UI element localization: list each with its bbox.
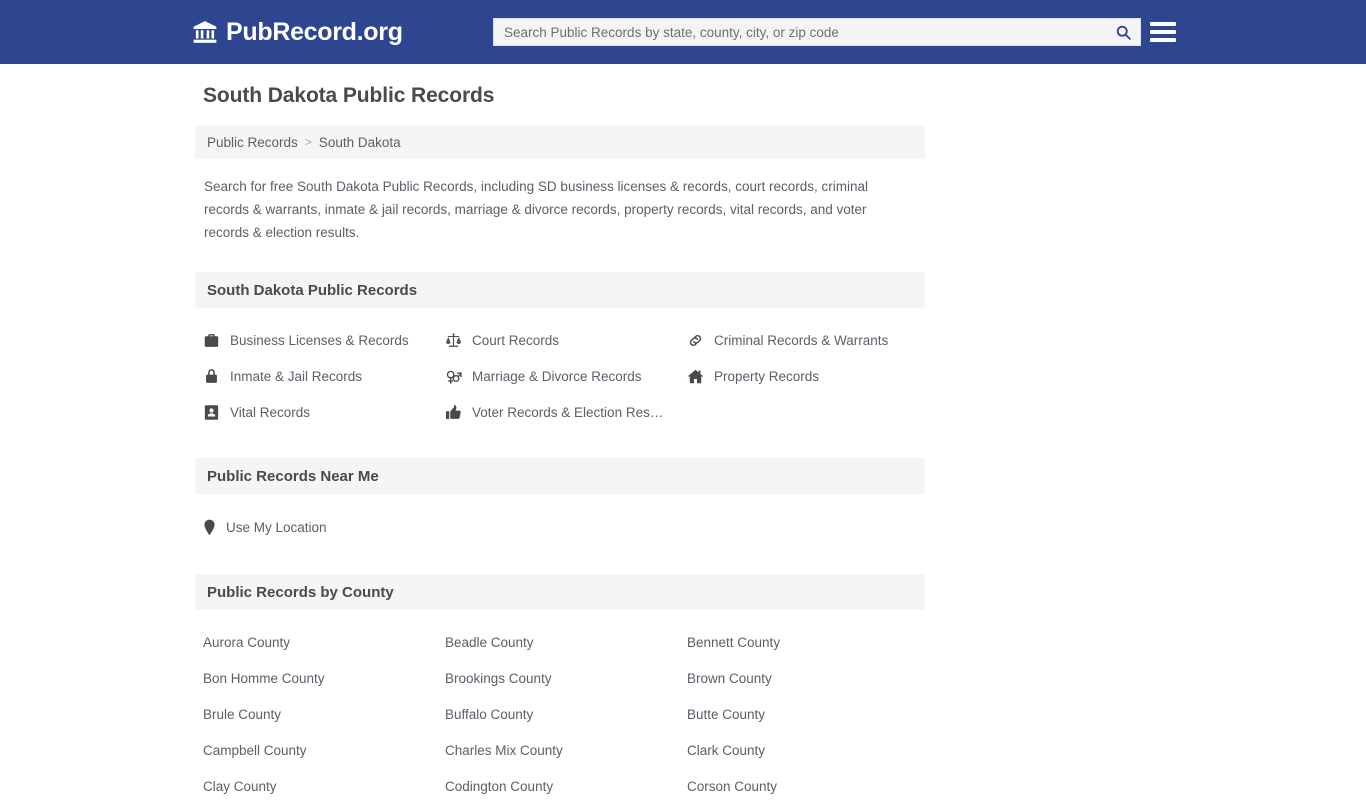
bank-icon: [192, 19, 218, 45]
breadcrumb-item-current: South Dakota: [318, 134, 401, 150]
county-link[interactable]: Corson County: [687, 768, 929, 804]
county-link[interactable]: Butte County: [687, 696, 929, 732]
county-link[interactable]: Bon Homme County: [203, 660, 445, 696]
county-link[interactable]: Campbell County: [203, 732, 445, 768]
record-link-vital-records[interactable]: Vital Records: [203, 394, 445, 430]
county-link[interactable]: Bennett County: [687, 624, 929, 660]
section-header-records: South Dakota Public Records: [195, 272, 925, 308]
record-link-label: Inmate & Jail Records: [230, 368, 363, 384]
main-content: South Dakota Public Records Public Recor…: [195, 64, 925, 804]
hamburger-bar: [1150, 30, 1176, 34]
record-link-label: Vital Records: [230, 404, 311, 420]
site-header: PubRecord.org: [0, 0, 1366, 64]
search-button[interactable]: [1106, 19, 1140, 45]
map-marker-icon: [203, 519, 216, 536]
record-link-voter-records[interactable]: Voter Records & Election Res…: [445, 394, 687, 430]
hamburger-bar: [1150, 22, 1176, 26]
record-link-label: Marriage & Divorce Records: [472, 368, 642, 384]
record-link-label: Court Records: [472, 332, 560, 348]
breadcrumb-item-public-records[interactable]: Public Records: [207, 135, 298, 150]
breadcrumb-separator-icon: >: [304, 135, 312, 149]
county-link[interactable]: Brookings County: [445, 660, 687, 696]
search-input[interactable]: [494, 19, 1106, 45]
county-link[interactable]: Brown County: [687, 660, 929, 696]
record-link-business-licenses[interactable]: Business Licenses & Records: [203, 322, 445, 358]
search-bar: [493, 18, 1141, 46]
venus-mars-icon: [445, 368, 462, 385]
record-link-property-records[interactable]: Property Records: [687, 358, 929, 394]
record-type-links: Business Licenses & Records Court Record…: [195, 322, 925, 430]
hamburger-menu-icon[interactable]: [1150, 19, 1176, 45]
balance-scale-icon: [445, 332, 462, 349]
site-logo-link[interactable]: PubRecord.org: [192, 0, 403, 64]
use-my-location-link[interactable]: Use My Location: [203, 508, 925, 546]
county-link[interactable]: Beadle County: [445, 624, 687, 660]
page-description: Search for free South Dakota Public Reco…: [204, 179, 869, 240]
page-title: South Dakota Public Records: [203, 84, 495, 107]
hamburger-bar: [1150, 38, 1176, 42]
section-header-county: Public Records by County: [195, 574, 925, 610]
county-links: Aurora County Beadle County Bennett Coun…: [195, 624, 925, 804]
record-link-label: Business Licenses & Records: [230, 332, 409, 348]
section-header-near-me: Public Records Near Me: [195, 458, 925, 494]
county-link[interactable]: Codington County: [445, 768, 687, 804]
county-link[interactable]: Aurora County: [203, 624, 445, 660]
record-link-criminal-records[interactable]: Criminal Records & Warrants: [687, 322, 929, 358]
search-icon: [1115, 24, 1132, 41]
near-me-link-label: Use My Location: [226, 519, 327, 535]
site-logo-text: PubRecord.org: [226, 17, 403, 46]
county-link[interactable]: Clay County: [203, 768, 445, 804]
record-link-label: Property Records: [714, 368, 820, 384]
id-card-icon: [203, 404, 220, 421]
near-me-links: Use My Location: [195, 508, 925, 546]
county-link[interactable]: Buffalo County: [445, 696, 687, 732]
county-link[interactable]: Brule County: [203, 696, 445, 732]
home-icon: [687, 368, 704, 385]
record-link-marriage-divorce[interactable]: Marriage & Divorce Records: [445, 358, 687, 394]
lock-icon: [203, 368, 220, 385]
record-link-inmate-jail[interactable]: Inmate & Jail Records: [203, 358, 445, 394]
briefcase-icon: [203, 332, 220, 349]
county-link[interactable]: Charles Mix County: [445, 732, 687, 768]
record-link-label: Criminal Records & Warrants: [714, 332, 889, 348]
record-link-court-records[interactable]: Court Records: [445, 322, 687, 358]
thumbs-up-icon: [445, 404, 462, 421]
breadcrumb: Public Records > South Dakota: [195, 125, 925, 159]
record-link-label: Voter Records & Election Res…: [472, 404, 664, 420]
county-link[interactable]: Clark County: [687, 732, 929, 768]
handcuffs-link-icon: [687, 332, 704, 349]
